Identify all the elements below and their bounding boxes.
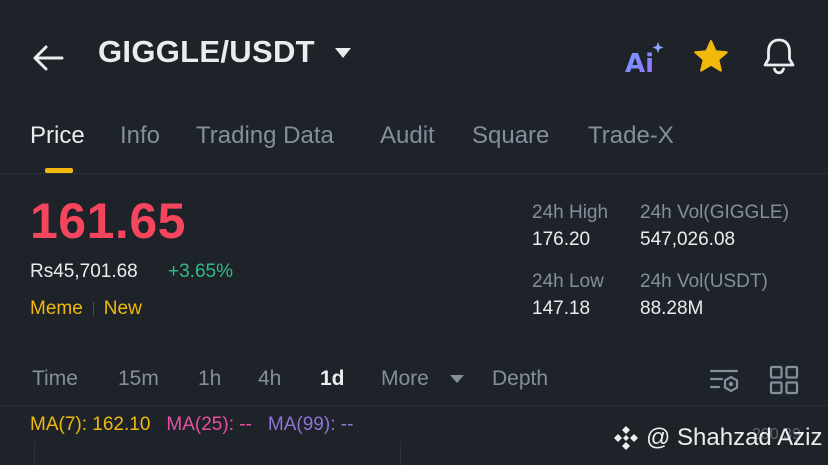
watermark-text: @ Shahzad Aziz — [646, 424, 823, 451]
stat-24h-high-label: 24h High — [532, 202, 609, 223]
tab-square[interactable]: Square — [472, 122, 549, 150]
active-tab-indicator — [45, 168, 73, 173]
tab-trading-data[interactable]: Trading Data — [196, 122, 334, 150]
watermark: @ Shahzad Aziz — [612, 424, 822, 452]
ma99-value: MA(99): -- — [267, 414, 354, 435]
timeframe-4h[interactable]: 4h — [258, 367, 281, 391]
stat-24h-vol-quote-value: 88.28M — [640, 298, 704, 319]
stat-24h-vol-quote-label: 24h Vol(USDT) — [640, 271, 768, 292]
layout-grid-icon[interactable] — [768, 364, 800, 396]
back-arrow-icon[interactable] — [28, 38, 68, 78]
timeframe-bar: Time 15m 1h 4h 1d More Depth — [0, 354, 828, 406]
binance-logo-icon — [614, 426, 638, 450]
tab-trade-x[interactable]: Trade-X — [588, 122, 674, 150]
stat-24h-high-value: 176.20 — [532, 229, 591, 250]
timeframe-1d[interactable]: 1d — [320, 367, 345, 391]
chart-gridline — [400, 442, 401, 465]
timeframe-15m[interactable]: 15m — [118, 367, 159, 391]
star-icon[interactable] — [692, 38, 730, 76]
header: GIGGLE/USDT Ai — [0, 0, 828, 115]
token-tags: Meme New — [30, 298, 142, 320]
tab-depth[interactable]: Depth — [492, 367, 548, 391]
chevron-down-icon — [334, 48, 351, 58]
stat-24h-vol-base-value: 547,026.08 — [640, 229, 736, 250]
tab-audit[interactable]: Audit — [380, 122, 435, 150]
chart-settings-icon[interactable] — [708, 364, 740, 396]
ai-icon[interactable]: Ai — [623, 40, 665, 76]
chart-gridline — [34, 442, 35, 465]
ma25-value: MA(25): -- — [166, 414, 252, 435]
tag-meme[interactable]: Meme — [30, 298, 83, 320]
tag-new[interactable]: New — [104, 298, 142, 320]
ma-indicators: MA(7): 162.10 MA(25): -- MA(99): -- — [30, 414, 353, 436]
ma7-value: MA(7): 162.10 — [30, 414, 151, 435]
tab-price[interactable]: Price — [30, 122, 85, 150]
chevron-down-icon — [450, 375, 464, 383]
pair-title: GIGGLE/USDT — [98, 34, 315, 69]
timeframe-1h[interactable]: 1h — [198, 367, 221, 391]
stat-24h-vol-base-label: 24h Vol(GIGGLE) — [640, 202, 789, 223]
price-change: +3.65% — [168, 261, 233, 282]
tab-bar: Price Info Trading Data Audit Square Tra… — [0, 118, 828, 174]
timeframe-time[interactable]: Time — [32, 367, 78, 391]
tab-info[interactable]: Info — [120, 122, 160, 150]
stat-24h-low-value: 147.18 — [532, 298, 591, 319]
pair-selector[interactable]: GIGGLE/USDT — [98, 34, 351, 70]
fiat-price: Rs45,701.68 — [30, 261, 138, 282]
svg-text:Ai: Ai — [625, 49, 654, 76]
stat-24h-low-label: 24h Low — [532, 271, 604, 292]
tag-divider — [92, 302, 94, 316]
last-price: 161.65 — [30, 193, 186, 249]
bell-icon[interactable] — [760, 36, 798, 76]
timeframe-more[interactable]: More — [381, 367, 429, 391]
